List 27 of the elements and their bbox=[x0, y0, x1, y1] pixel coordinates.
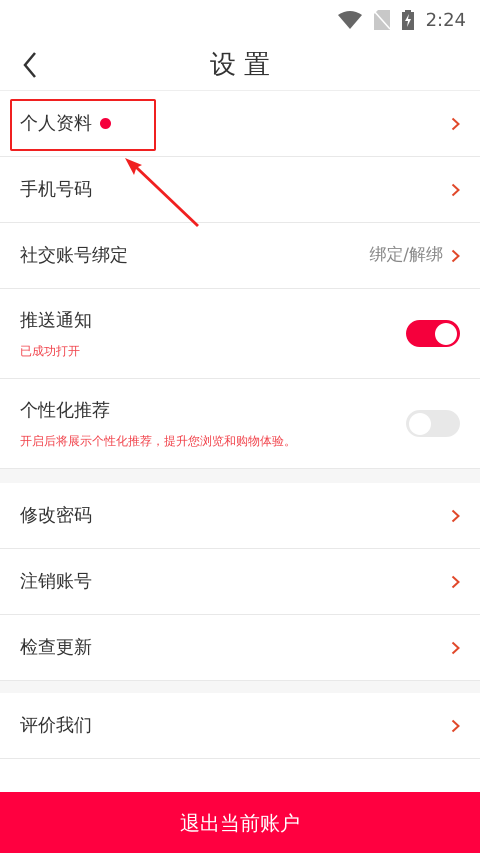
row-label: 检查更新 bbox=[20, 636, 92, 660]
chevron-right-icon bbox=[451, 640, 460, 654]
wifi-icon bbox=[338, 11, 362, 29]
row-subtitle: 开启后将展示个性化推荐，提升您浏览和购物体验。 bbox=[20, 433, 297, 450]
page-title: 设 置 bbox=[210, 48, 270, 82]
chevron-right-icon bbox=[451, 116, 460, 130]
battery-charging-icon bbox=[402, 10, 414, 30]
chevron-right-icon bbox=[451, 574, 460, 588]
back-icon bbox=[23, 52, 37, 78]
row-label: 修改密码 bbox=[20, 504, 92, 528]
row-label: 评价我们 bbox=[20, 714, 92, 738]
chevron-right-icon bbox=[451, 182, 460, 196]
row-subtitle: 已成功打开 bbox=[20, 343, 81, 360]
no-sim-icon bbox=[374, 10, 390, 30]
chevron-right-icon bbox=[451, 718, 460, 732]
status-time: 2:24 bbox=[426, 8, 466, 32]
row-label: 社交账号绑定 bbox=[20, 244, 128, 268]
row-label: 个人资料 bbox=[20, 112, 92, 136]
row-label: 推送通知 bbox=[20, 309, 93, 333]
row-label: 个性化推荐 bbox=[20, 399, 111, 423]
chevron-right-icon bbox=[451, 248, 460, 262]
row-label: 手机号码 bbox=[20, 178, 92, 202]
row-label: 注销账号 bbox=[20, 570, 92, 594]
toggle-switch[interactable] bbox=[406, 320, 460, 347]
chevron-right-icon bbox=[451, 508, 460, 522]
logout-button[interactable]: 退出当前账户 bbox=[0, 792, 480, 853]
row-value: 绑定/解绑 bbox=[369, 244, 443, 267]
